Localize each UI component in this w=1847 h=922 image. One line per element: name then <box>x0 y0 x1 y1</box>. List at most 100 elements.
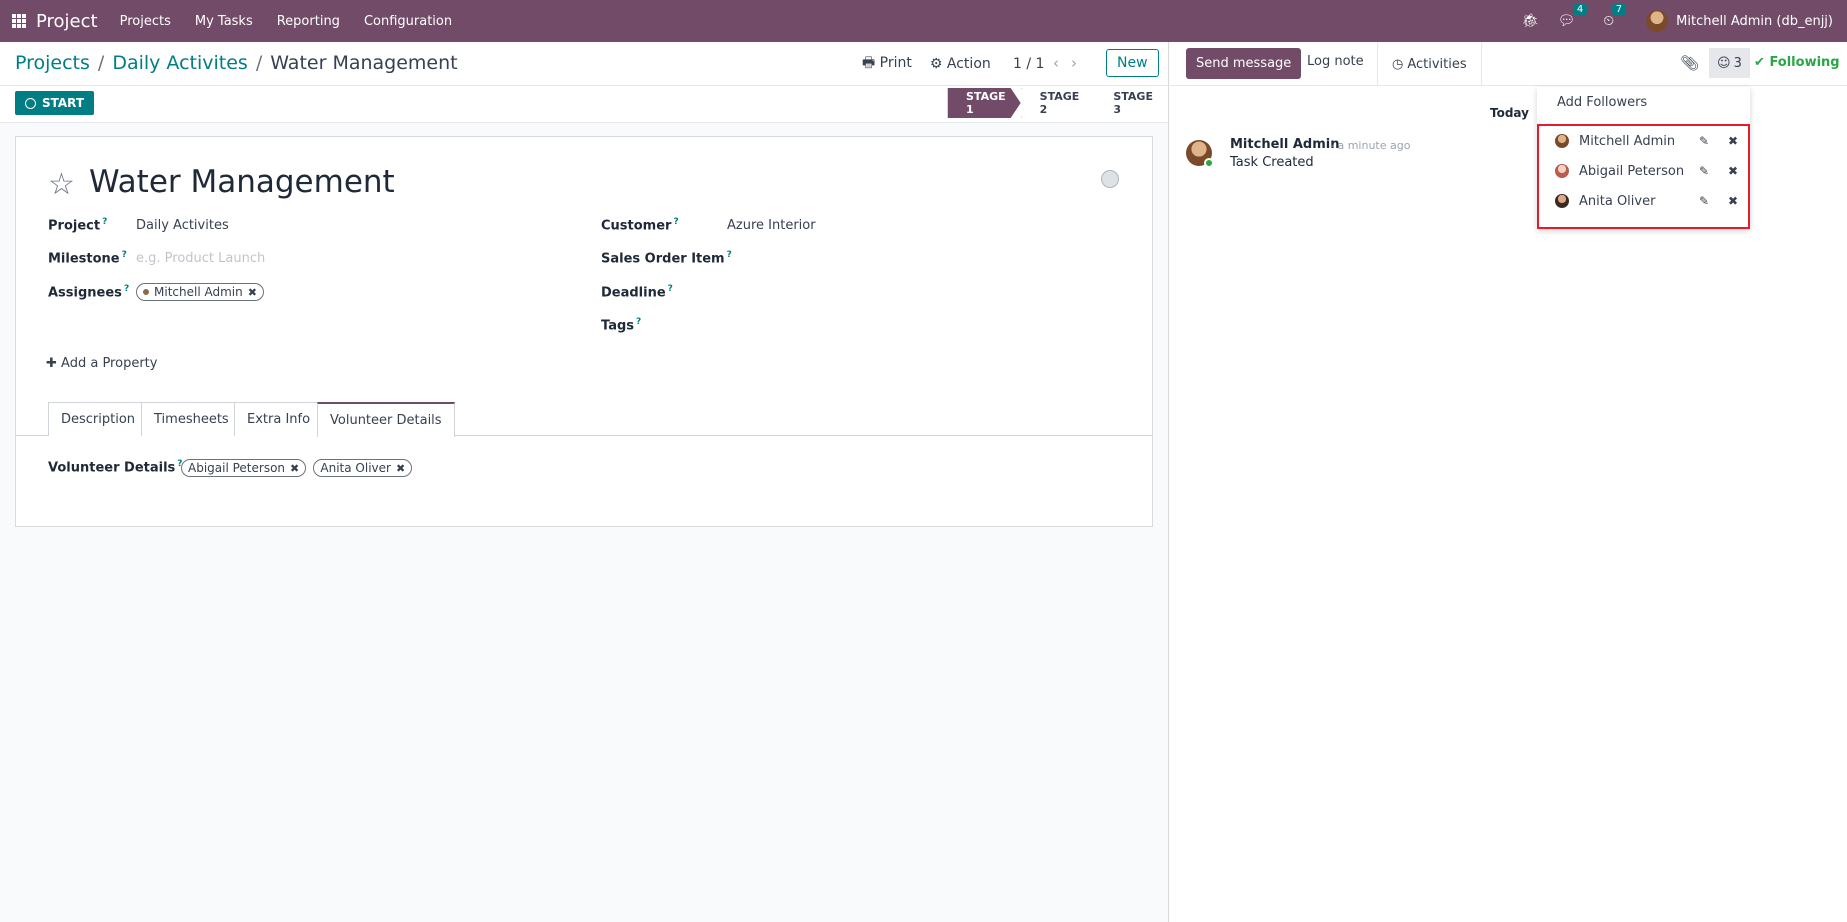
add-property-label: Add a Property <box>61 356 158 371</box>
bug-icon[interactable]: 🐞︎ <box>1522 13 1540 29</box>
chevron-right-icon[interactable]: › <box>1071 54 1089 72</box>
milestone-field[interactable]: e.g. Product Launch <box>136 251 265 266</box>
avatar <box>1555 194 1569 208</box>
pencil-icon[interactable]: ✎ <box>1699 134 1709 148</box>
online-status-icon <box>1204 158 1214 168</box>
notebook-tabs: Description Timesheets Extra Info Volunt… <box>16 402 1152 437</box>
paperclip-icon[interactable]: 📎︎ <box>1680 54 1699 72</box>
followers-button[interactable]: ☺︎ 3 <box>1709 48 1750 78</box>
menu-my-tasks[interactable]: My Tasks <box>195 14 253 29</box>
remove-tag-icon[interactable]: ✖ <box>290 462 299 475</box>
followers-count: 3 <box>1733 55 1742 71</box>
form-sheet: ☆ Water Management Project? Daily Activi… <box>15 136 1153 527</box>
volunteer-name: Abigail Peterson <box>188 461 286 475</box>
breadcrumb-separator: / <box>255 52 263 74</box>
sales-order-item-label: Sales Order Item? <box>601 250 732 267</box>
remove-tag-icon[interactable]: ✖ <box>248 286 257 299</box>
follower-row[interactable]: Abigail Peterson ✎ ✖ <box>1539 156 1748 186</box>
menu-reporting[interactable]: Reporting <box>277 14 340 29</box>
start-button[interactable]: START <box>15 91 95 115</box>
volunteer-tag[interactable]: Abigail Peterson ✖ <box>181 459 307 477</box>
tab-description[interactable]: Description <box>48 402 149 436</box>
assignees-label: Assignees? <box>48 284 130 301</box>
pager-value[interactable]: 1 / 1 <box>1013 56 1044 72</box>
stage-1[interactable]: STAGE 1 <box>947 88 1021 118</box>
user-menu[interactable]: Mitchell Admin (db_enjj) <box>1646 10 1833 32</box>
start-label: START <box>42 96 85 110</box>
tab-timesheets[interactable]: Timesheets <box>141 402 242 436</box>
following-button[interactable]: ✔ Following <box>1754 55 1840 70</box>
clock-icon: ◷ <box>1392 56 1404 72</box>
breadcrumb-current: Water Management <box>270 52 458 74</box>
check-icon: ✔ <box>1754 55 1765 70</box>
print-label: Print <box>879 55 912 71</box>
project-label: Project? <box>48 217 108 234</box>
menu-configuration[interactable]: Configuration <box>364 14 452 29</box>
task-title[interactable]: Water Management <box>89 164 395 200</box>
add-followers-button[interactable]: Add Followers <box>1557 95 1647 110</box>
volunteer-name: Anita Oliver <box>320 461 391 475</box>
close-icon[interactable]: ✖ <box>1728 194 1738 208</box>
stage-2[interactable]: STAGE 2 <box>1021 88 1095 118</box>
send-message-button[interactable]: Send message <box>1186 48 1302 79</box>
app-name[interactable]: Project <box>36 11 98 32</box>
breadcrumb-projects[interactable]: Projects <box>15 52 90 74</box>
apps-grid-icon[interactable] <box>12 14 26 28</box>
printer-icon: 🖶︎ <box>862 55 876 71</box>
close-icon[interactable]: ✖ <box>1728 164 1738 178</box>
activities-label: Activities <box>1407 56 1467 72</box>
pencil-icon[interactable]: ✎ <box>1699 164 1709 178</box>
activities-button[interactable]: ◷ Activities <box>1377 42 1482 86</box>
form-view: Projects / Daily Activites / Water Manag… <box>0 42 1169 922</box>
following-label: Following <box>1769 55 1840 70</box>
print-button[interactable]: 🖶︎ Print <box>862 52 912 76</box>
activities-clock-icon[interactable]: ⏲︎ 7 <box>1603 4 1627 29</box>
tab-extra-info[interactable]: Extra Info <box>234 402 324 436</box>
add-property-button[interactable]: ✚ Add a Property <box>46 356 157 371</box>
follower-name: Mitchell Admin <box>1579 133 1676 149</box>
volunteer-details-field[interactable]: Abigail Peterson ✖ Anita Oliver ✖ <box>181 459 415 477</box>
close-icon[interactable]: ✖ <box>1728 134 1738 148</box>
pencil-icon[interactable]: ✎ <box>1699 194 1709 208</box>
top-navbar: Project Projects My Tasks Reporting Conf… <box>0 0 1847 42</box>
messages-icon[interactable]: 💬︎ 4 <box>1557 4 1588 29</box>
message-author[interactable]: Mitchell Admin <box>1230 137 1339 152</box>
star-icon[interactable]: ☆ <box>48 167 75 202</box>
breadcrumb-daily-activites[interactable]: Daily Activites <box>112 52 248 74</box>
kanban-state-indicator[interactable] <box>1101 170 1119 188</box>
log-note-button[interactable]: Log note <box>1307 54 1364 69</box>
remove-tag-icon[interactable]: ✖ <box>396 462 405 475</box>
follower-row[interactable]: Mitchell Admin ✎ ✖ <box>1539 126 1748 156</box>
chevron-left-icon[interactable]: ‹ <box>1053 54 1071 72</box>
breadcrumb-separator: / <box>97 52 105 74</box>
control-panel: Projects / Daily Activites / Water Manag… <box>0 42 1168 86</box>
breadcrumb: Projects / Daily Activites / Water Manag… <box>15 52 458 74</box>
stage-pipeline: STAGE 1 STAGE 2 STAGE 3 <box>947 88 1168 118</box>
date-separator: Today <box>1490 106 1529 120</box>
follower-row[interactable]: Anita Oliver ✎ ✖ <box>1539 186 1748 216</box>
followers-list: Mitchell Admin ✎ ✖ Abigail Peterson ✎ ✖ … <box>1537 124 1750 229</box>
stage-3[interactable]: STAGE 3 <box>1094 88 1168 118</box>
follower-name: Anita Oliver <box>1579 193 1656 209</box>
user-name: Mitchell Admin (db_enjj) <box>1676 13 1833 29</box>
action-button[interactable]: ⚙︎ Action <box>930 56 991 72</box>
deadline-label: Deadline? <box>601 284 673 301</box>
new-button[interactable]: New <box>1106 49 1159 77</box>
messages-count-badge: 4 <box>1572 4 1588 15</box>
avatar <box>1555 164 1569 178</box>
activities-count-badge: 7 <box>1611 4 1627 15</box>
assignee-tag[interactable]: Mitchell Admin ✖ <box>136 283 264 301</box>
plus-icon: ✚ <box>46 356 57 371</box>
tags-label: Tags? <box>601 317 642 334</box>
menu-projects[interactable]: Projects <box>120 14 171 29</box>
message-body: Task Created <box>1230 155 1314 170</box>
volunteer-details-label: Volunteer Details? <box>48 459 183 476</box>
tab-volunteer-details[interactable]: Volunteer Details <box>317 402 455 437</box>
customer-field[interactable]: Azure Interior <box>727 218 816 233</box>
avatar-dot <box>143 289 149 295</box>
assignees-field[interactable]: Mitchell Admin ✖ <box>136 283 267 301</box>
clock-icon <box>25 97 36 109</box>
volunteer-tag[interactable]: Anita Oliver ✖ <box>313 459 413 477</box>
user-icon: ☺︎ <box>1717 55 1731 71</box>
project-field[interactable]: Daily Activites <box>136 218 229 233</box>
